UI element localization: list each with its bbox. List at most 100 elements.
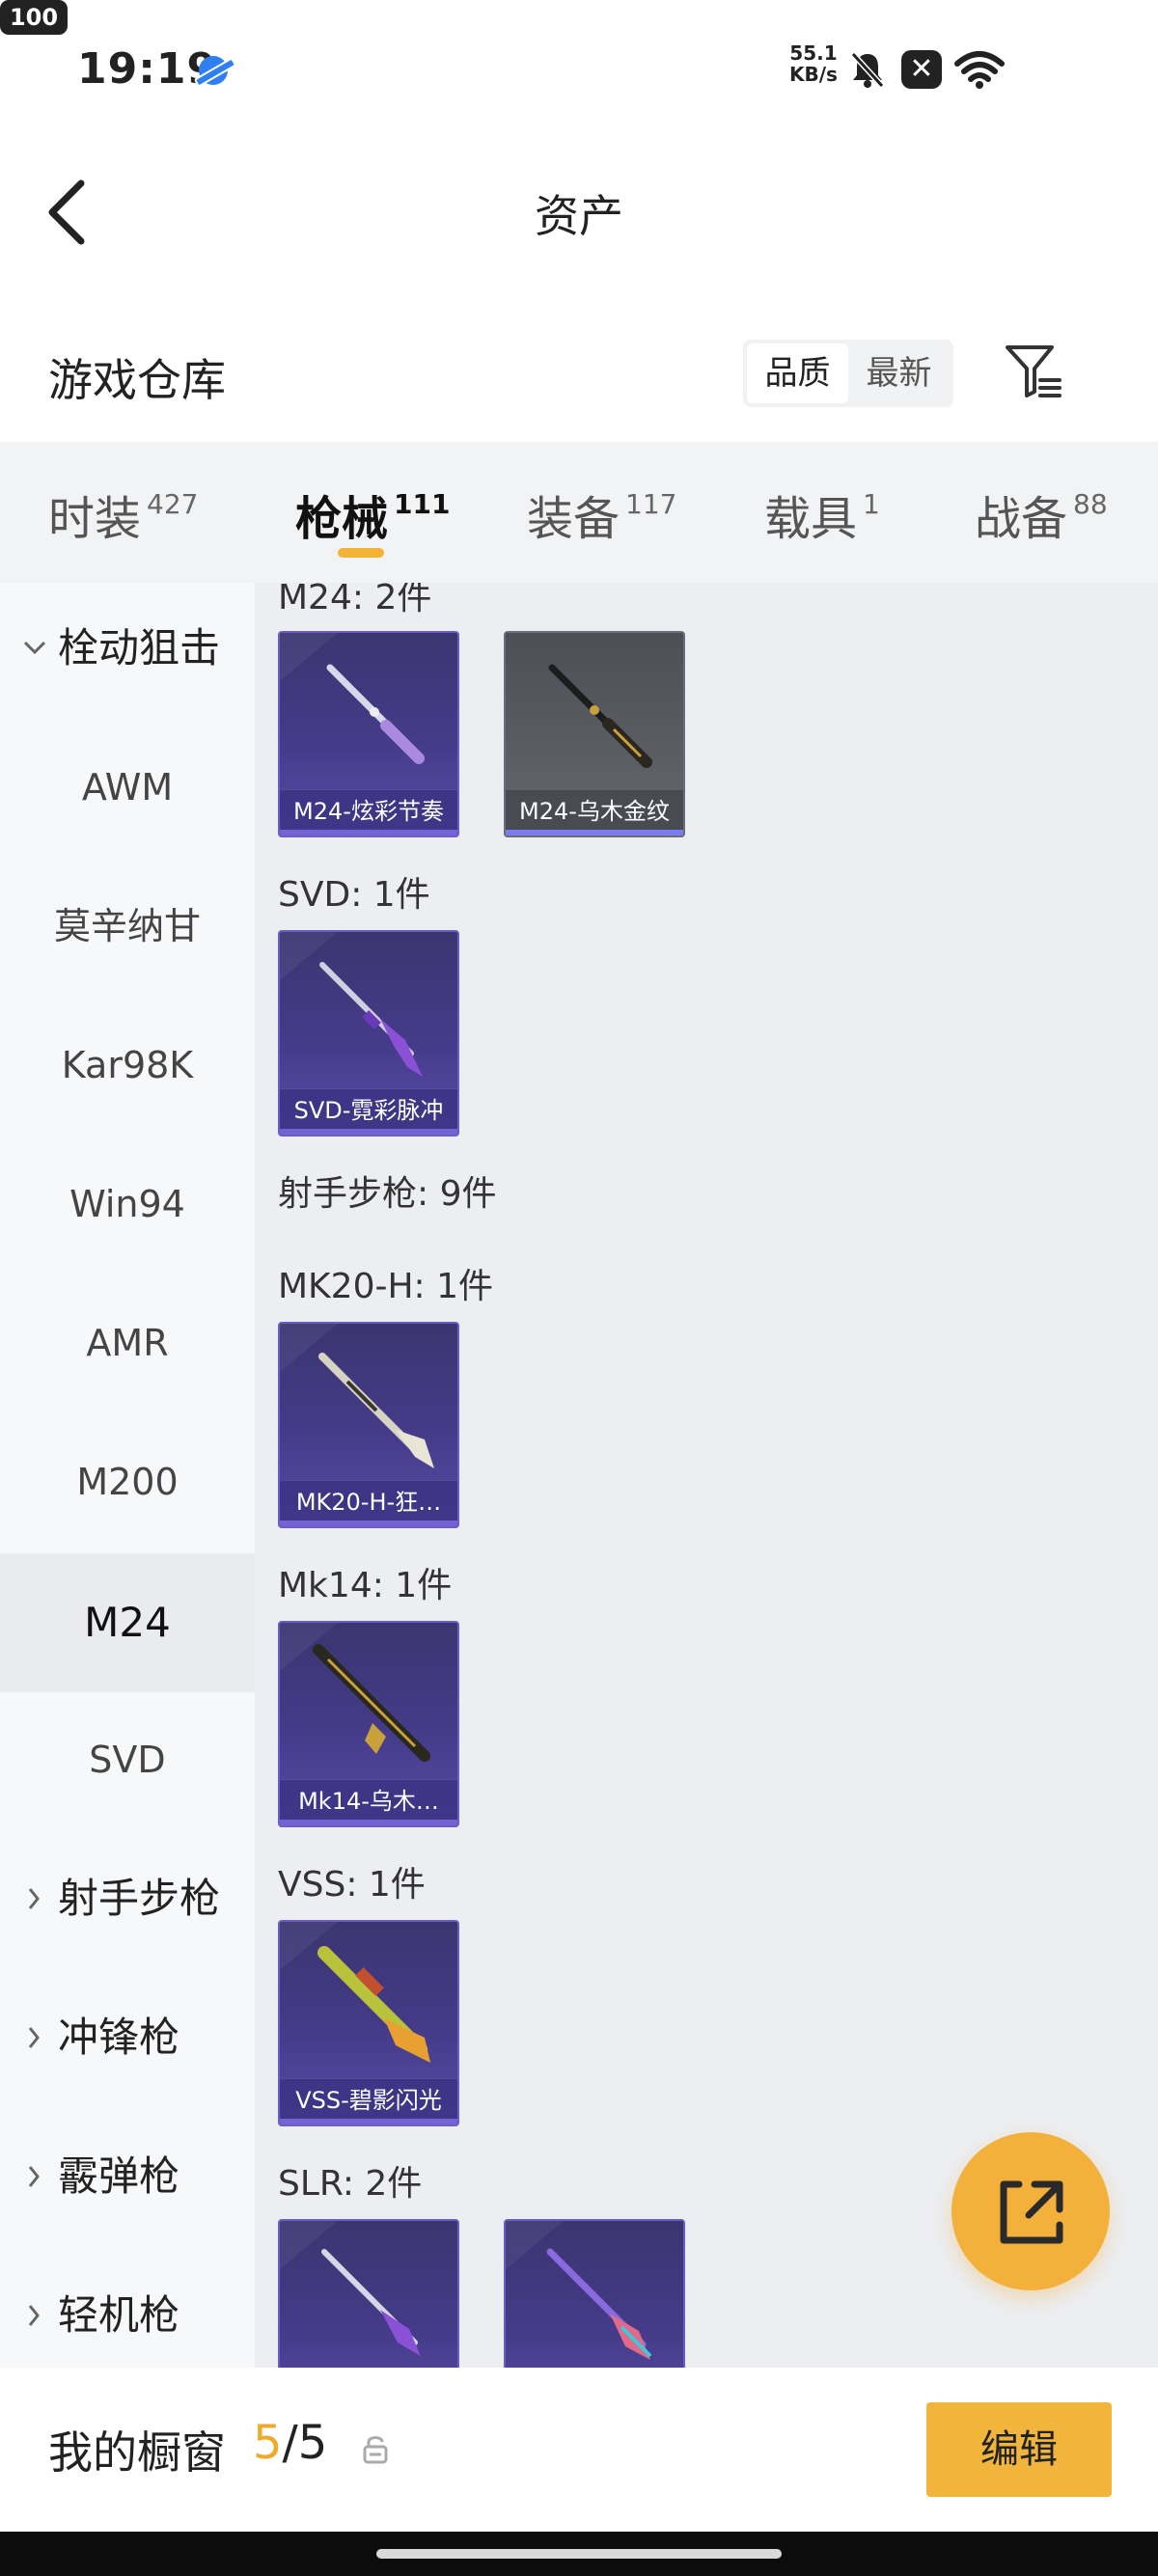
chevron-right-icon: [28, 2166, 40, 2187]
tab-count: 117: [625, 488, 677, 520]
tab-label: 枪械: [295, 492, 389, 546]
network-speed-unit: KB/s: [789, 63, 838, 86]
close-notification-icon: ✕: [901, 50, 942, 89]
network-speed: 55.1 KB/s: [789, 42, 838, 85]
weapon-card-mk14[interactable]: Mk14-乌木…: [278, 1621, 459, 1827]
sidebar-item-kar98k[interactable]: Kar98K: [0, 996, 255, 1135]
mute-bell-icon: [850, 51, 885, 89]
chevron-right-icon: [28, 1888, 40, 1909]
tab-label: 载具: [764, 492, 858, 546]
rarity-bar: [280, 1129, 457, 1135]
sidebar-item-awm[interactable]: AWM: [0, 718, 255, 857]
sidebar-item-win94[interactable]: Win94: [0, 1135, 255, 1274]
tab-firearms[interactable]: 枪械 111: [295, 480, 450, 548]
lock-icon: [363, 2436, 388, 2464]
status-time: 19:19: [77, 44, 218, 94]
rifle-icon: [506, 2221, 652, 2360]
rifle-icon: [280, 1623, 430, 1762]
category-label-slr: SLR: 2件: [278, 2164, 423, 2204]
category-label-marksman: 射手步枪: 9件: [278, 1174, 497, 1214]
tab-count: 88: [1073, 488, 1108, 520]
showcase-count-current: 5: [253, 2416, 283, 2470]
category-label-mk14: Mk14: 1件: [278, 1566, 453, 1605]
app-notification-icon: [199, 56, 228, 85]
page-title: 资产: [535, 190, 623, 242]
weapon-card-m24-rhythm[interactable]: M24-炫彩节奏: [278, 631, 459, 837]
rifle-icon: [280, 633, 425, 764]
weapon-card-name: M24-炫彩节奏: [280, 789, 457, 832]
tab-count: 111: [394, 488, 451, 520]
rifle-icon: [548, 664, 652, 768]
tab-count: 427: [147, 488, 199, 520]
sidebar-group-label: 栓动狙击: [58, 624, 221, 671]
network-speed-value: 55.1: [789, 41, 838, 65]
showcase-count-total: 5: [297, 2416, 328, 2470]
sidebar-item-mosin[interactable]: 莫辛纳甘: [0, 857, 255, 996]
category-label-vss: VSS: 1件: [278, 1865, 426, 1905]
chevron-down-icon: [23, 641, 46, 655]
tab-label: 装备: [527, 492, 620, 546]
sidebar-group-shotgun[interactable]: 霰弹枪: [0, 2107, 255, 2246]
weapon-card-vss[interactable]: VSS-碧影闪光: [278, 1920, 459, 2126]
weapon-card-m24-ebony[interactable]: M24-乌木金纹: [504, 631, 685, 837]
weapon-type-sidebar: 栓动狙击 AWM 莫辛纳甘 Kar98K Win94 AMR M200 M24 …: [0, 583, 255, 2368]
sidebar-item-svd[interactable]: SVD: [0, 1690, 255, 1829]
tab-supplies[interactable]: 战备 88: [975, 480, 1108, 548]
rarity-bar: [280, 830, 457, 836]
tab-fashion[interactable]: 时装 427: [48, 480, 198, 548]
rarity-bar: [280, 1521, 457, 1526]
showcase-bar: 我的橱窗 5/5 编辑: [0, 2368, 1158, 2532]
weapon-card-slr-1[interactable]: [278, 2219, 459, 2368]
rarity-bar: [280, 1820, 457, 1825]
weapon-card-name: M24-乌木金纹: [506, 789, 683, 832]
sidebar-group-lmg[interactable]: 轻机枪: [0, 2246, 255, 2368]
category-label-mk20h: MK20-H: 1件: [278, 1267, 494, 1306]
sidebar-group-label: 轻机枪: [58, 2291, 180, 2339]
status-bar: 19:19 55.1 KB/s ✕ 100: [0, 0, 1158, 135]
category-label-svd: SVD: 1件: [278, 875, 430, 915]
weapon-card-mk20h[interactable]: MK20-H-狂…: [278, 1322, 459, 1528]
sidebar-item-m200[interactable]: M200: [0, 1412, 255, 1551]
sidebar-item-m24[interactable]: M24: [0, 1553, 255, 1692]
share-fab[interactable]: [951, 2132, 1110, 2290]
weapon-list[interactable]: M24: 2件 M24-炫彩节奏 M24-乌木金纹 SVD: 1件 SVD-霓彩…: [255, 583, 1158, 2368]
tab-count: 1: [863, 488, 880, 520]
weapon-card-name: MK20-H-狂…: [280, 1480, 457, 1522]
tab-label: 时装: [48, 492, 142, 546]
sidebar-item-amr[interactable]: AMR: [0, 1274, 255, 1412]
home-indicator[interactable]: [376, 2549, 782, 2559]
weapon-card-name: SVD-霓彩脉冲: [280, 1088, 457, 1131]
sidebar-group-marksman[interactable]: 射手步枪: [0, 1829, 255, 1968]
sort-latest-button[interactable]: 最新: [848, 343, 950, 403]
showcase-label: 我的橱窗: [48, 2426, 226, 2479]
rifle-icon: [280, 2221, 421, 2356]
rifle-icon: [280, 1922, 430, 2063]
tab-vehicles[interactable]: 载具 1: [764, 480, 880, 548]
sidebar-group-smg[interactable]: 冲锋枪: [0, 1968, 255, 2107]
rarity-bar: [506, 830, 683, 836]
sidebar-group-label: 冲锋枪: [58, 2014, 180, 2061]
sort-quality-button[interactable]: 品质: [747, 343, 848, 403]
sidebar-group-bolt-action[interactable]: 栓动狙击: [0, 583, 255, 718]
showcase-count: 5/5: [253, 2416, 327, 2470]
app-header: 资产: [0, 135, 1158, 280]
sidebar-group-label: 射手步枪: [58, 1875, 221, 1922]
sidebar-group-label: 霰弹枪: [58, 2152, 180, 2200]
wifi-icon: [954, 51, 1005, 89]
sort-toggle: 品质 最新: [743, 340, 953, 407]
system-nav-bar: [0, 2532, 1158, 2576]
section-title: 游戏仓库: [48, 354, 226, 406]
weapon-card-svd-neon[interactable]: SVD-霓彩脉冲: [278, 930, 459, 1137]
weapon-card-name: Mk14-乌木…: [280, 1779, 457, 1822]
active-tab-indicator: [338, 548, 384, 558]
chevron-right-icon: [28, 2305, 40, 2326]
category-tabs: 时装 427 枪械 111 装备 117 载具 1 战备 88: [0, 442, 1158, 583]
showcase-count-separator: /: [282, 2416, 298, 2470]
filter-icon[interactable]: [1004, 342, 1065, 403]
tab-equipment[interactable]: 装备 117: [527, 480, 676, 548]
battery-indicator: 100: [0, 0, 68, 35]
edit-button[interactable]: 编辑: [926, 2402, 1112, 2497]
rifle-icon: [280, 1324, 434, 1468]
weapon-card-slr-2[interactable]: [504, 2219, 685, 2368]
rifle-icon: [280, 932, 423, 1077]
